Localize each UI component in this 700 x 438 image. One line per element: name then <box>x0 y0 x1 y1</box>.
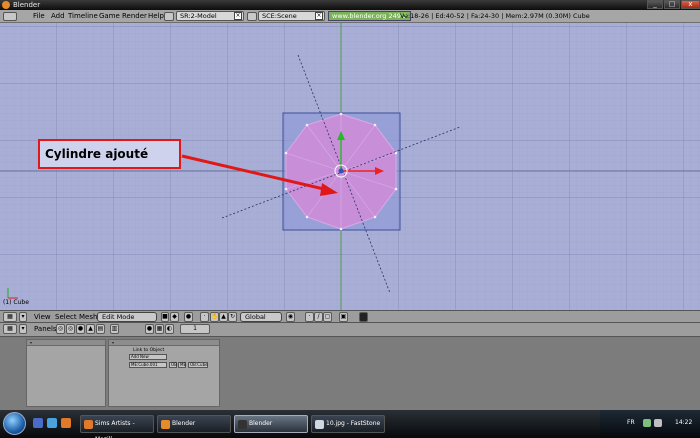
menu-game[interactable]: Game <box>99 12 120 20</box>
panel-button-2[interactable]: ME <box>178 362 186 368</box>
header-collapse-icon-2[interactable]: ▾ <box>19 324 27 334</box>
layer-icon[interactable]: ● <box>184 312 193 322</box>
logic-icon[interactable]: ◎ <box>56 324 65 334</box>
orientation-select[interactable]: Global <box>240 312 282 322</box>
blender-url-badge[interactable]: www.blender.org 249.2 <box>328 11 412 21</box>
rotate-icon[interactable]: ↻ <box>228 312 237 322</box>
volume-icon[interactable] <box>654 419 662 427</box>
snap-icon[interactable]: · <box>200 312 209 322</box>
frame-counter[interactable]: 1 <box>180 324 210 334</box>
occlude-icon[interactable]: ▣ <box>339 312 348 322</box>
maximize-button[interactable]: □ <box>664 0 680 9</box>
link-object-panel: ▾ Link to Object Add New ME:Cube.001 OB … <box>108 339 220 407</box>
firefox-task-icon <box>84 420 93 429</box>
task-faststone[interactable]: 10.jpg - FastStone <box>311 415 385 433</box>
screen-delete-icon[interactable]: × <box>234 12 242 20</box>
object-name-field[interactable]: OB:Cube <box>188 362 208 368</box>
buttons-window-header: ▦ ▾ Panels ◎ ◎ ● ▲ ▤ ▥ ● ▦ ◐ 1 <box>0 323 700 337</box>
network-icon[interactable] <box>643 419 651 427</box>
show-desktop-icon[interactable] <box>33 418 43 428</box>
menu-help[interactable]: Help <box>148 12 164 20</box>
mesh-name-field[interactable]: ME:Cube.001 <box>129 362 167 368</box>
panels-label: Panels <box>34 325 57 333</box>
console-task-icon <box>238 420 247 429</box>
texture-icon[interactable]: ▦ <box>155 324 164 334</box>
task-label: Blender <box>249 420 273 427</box>
edge-select-icon[interactable]: / <box>314 312 323 322</box>
object-label: (1) Cube <box>3 299 29 306</box>
ie-icon[interactable] <box>47 418 57 428</box>
blender-icon <box>2 1 10 9</box>
info-header: File Add Timeline Game Render Help SR:2-… <box>0 10 700 23</box>
window-type-icon[interactable] <box>3 12 17 21</box>
translate-icon[interactable]: ▲ <box>219 312 228 322</box>
start-button[interactable] <box>3 412 26 435</box>
firefox-icon[interactable] <box>61 418 71 428</box>
editing-icon[interactable]: ▤ <box>96 324 105 334</box>
3d-view-header: ▦ ▾ View Select Mesh Edit Mode ■ ◆ ● · ✋… <box>0 310 700 323</box>
scene-browse-icon[interactable] <box>247 12 257 21</box>
task-label: Sims Artists - Mozill... <box>95 420 135 438</box>
window-titlebar: Blender _ □ x <box>0 0 700 10</box>
scene-icon[interactable]: ▥ <box>110 324 119 334</box>
object-icon[interactable]: ▲ <box>86 324 95 334</box>
system-tray: FR 14:22 <box>600 410 700 438</box>
screen-browse-icon[interactable] <box>164 12 174 21</box>
proportional-icon[interactable]: ◉ <box>286 312 295 322</box>
3d-viewport[interactable]: Cylindre ajouté (1) Cube <box>0 23 700 310</box>
blender-task-icon <box>161 420 170 429</box>
annotation-label: Cylindre ajouté <box>38 139 181 169</box>
scene-field[interactable]: SCE:Scene × <box>258 11 325 21</box>
task-blender-2[interactable]: Blender <box>234 415 308 433</box>
menu-mesh[interactable]: Mesh <box>79 313 97 321</box>
menu-render[interactable]: Render <box>122 12 147 20</box>
shading-icon[interactable]: ● <box>76 324 85 334</box>
header-collapse-icon[interactable]: ▾ <box>19 312 27 322</box>
world-icon[interactable]: ◐ <box>165 324 174 334</box>
window-title: Blender <box>13 1 41 9</box>
menu-view[interactable]: View <box>34 313 51 321</box>
windows-taskbar: Sims Artists - Mozill... Blender Blender… <box>0 410 700 438</box>
editor-type-icon-2[interactable]: ▦ <box>3 324 17 334</box>
draw-type-icon[interactable]: ■ <box>161 312 169 322</box>
task-label: Blender <box>172 420 196 427</box>
panel-header[interactable]: ▾ <box>27 340 105 346</box>
menu-select[interactable]: Select <box>55 313 77 321</box>
panel-button-1[interactable]: OB <box>169 362 177 368</box>
task-blender-1[interactable]: Blender <box>157 415 231 433</box>
task-label: 10.jpg - FastStone <box>326 420 381 427</box>
screen-field[interactable]: SR:2-Model × <box>176 11 244 21</box>
mode-select[interactable]: Edit Mode <box>97 312 157 322</box>
clock[interactable]: 14:22 <box>675 419 692 426</box>
pivot-icon[interactable]: ◆ <box>170 312 179 322</box>
panel-header-2[interactable]: ▾ <box>109 340 219 346</box>
minimize-button[interactable]: _ <box>647 0 663 9</box>
scene-field-text: SCE:Scene <box>262 12 297 20</box>
hand-icon[interactable]: ✋ <box>210 312 219 322</box>
script-icon[interactable]: ◎ <box>66 324 75 334</box>
link-materials-panel: ▾ <box>26 339 106 407</box>
scene-stats: Ve:18-26 | Ed:40-52 | Fa:24-30 | Mem:2.9… <box>400 12 590 20</box>
language-indicator[interactable]: FR <box>627 419 635 426</box>
menu-file[interactable]: File <box>33 12 45 20</box>
faststone-task-icon <box>315 420 324 429</box>
task-firefox[interactable]: Sims Artists - Mozill... <box>80 415 154 438</box>
add-new-button[interactable]: Add New <box>129 354 167 360</box>
menu-timeline[interactable]: Timeline <box>68 12 98 20</box>
face-select-icon[interactable]: ▢ <box>323 312 332 322</box>
scene-delete-icon[interactable]: × <box>315 12 323 20</box>
render-icon[interactable] <box>359 312 368 322</box>
vertex-select-icon[interactable]: · <box>305 312 314 322</box>
link-label: Link to Object <box>133 348 165 353</box>
buttons-window: ▾ ▾ Link to Object Add New ME:Cube.001 O… <box>0 337 700 410</box>
close-button[interactable]: x <box>681 0 700 9</box>
menu-add[interactable]: Add <box>51 12 65 20</box>
material-icon[interactable]: ● <box>145 324 154 334</box>
screen-field-text: SR:2-Model <box>180 12 217 20</box>
editor-type-icon[interactable]: ▦ <box>3 312 17 322</box>
